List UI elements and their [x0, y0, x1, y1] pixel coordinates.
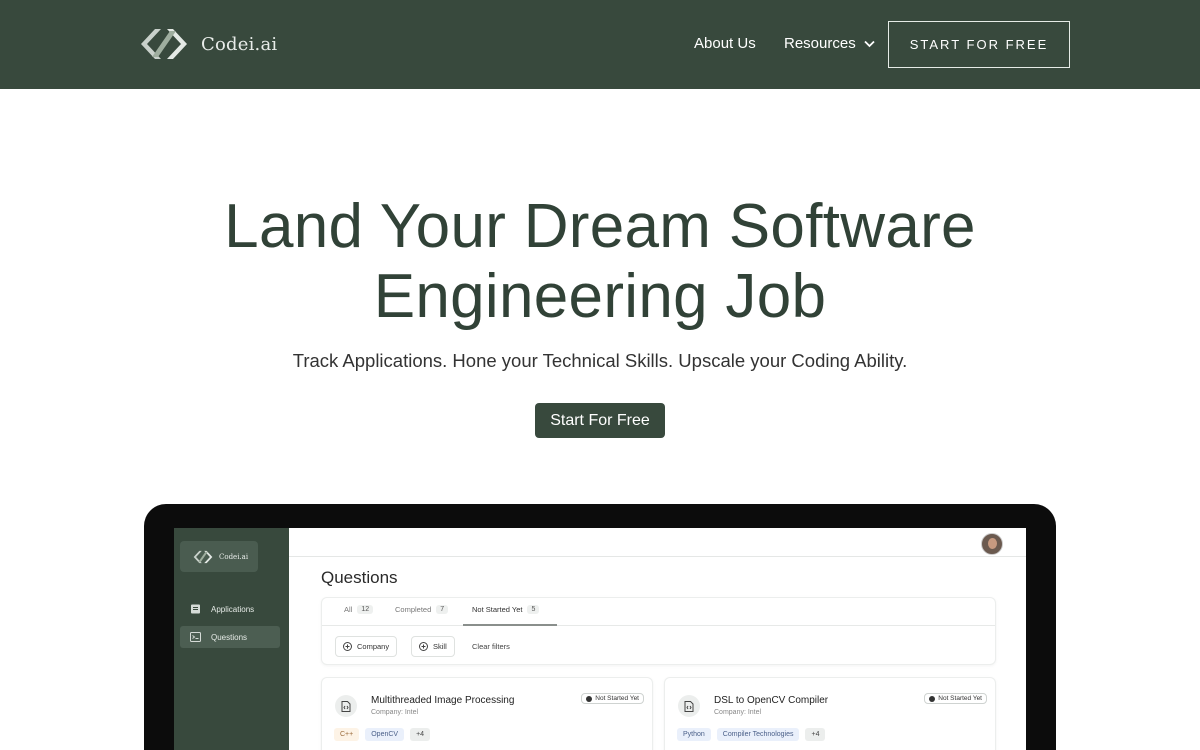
nav-resources-dropdown[interactable]: Resources	[784, 35, 875, 52]
skill-tag: C++	[334, 728, 360, 741]
clear-filters-link: Clear filters	[472, 642, 510, 651]
status-badge: Not Started Yet	[581, 693, 644, 704]
app-brand-name: Codei.ai	[219, 552, 249, 561]
sidebar-item-questions: Questions	[180, 626, 280, 648]
question-card: Multithreaded Image Processing Company: …	[321, 677, 653, 750]
tab-count-badge: 5	[527, 605, 540, 614]
page-title: Questions	[321, 568, 398, 587]
tab-count-badge: 12	[357, 605, 374, 614]
active-tab-indicator	[463, 624, 557, 626]
status-dot-icon	[929, 695, 936, 702]
question-card: DSL to OpenCV Compiler Company: Intel No…	[664, 677, 996, 750]
status-dot-icon	[586, 695, 593, 702]
nav-resources-label: Resources	[784, 35, 856, 52]
code-file-icon	[341, 700, 351, 712]
code-logo-icon	[141, 29, 187, 59]
question-title: Multithreaded Image Processing	[371, 695, 515, 706]
tab-completed: Completed 7	[395, 605, 449, 614]
brand-logo[interactable]: Codei.ai	[137, 27, 277, 61]
tab-count-badge: 7	[436, 605, 449, 614]
question-company: Company: Intel	[714, 709, 762, 716]
hero-subtitle: Track Applications. Hone your Technical …	[292, 350, 908, 371]
more-tags-badge: +4	[410, 728, 431, 741]
question-title: DSL to OpenCV Compiler	[714, 695, 829, 706]
tab-label: Not Started Yet	[472, 605, 523, 614]
skill-filter-button: Skill	[411, 636, 455, 657]
sidebar-item-label: Questions	[211, 632, 248, 642]
hero-title-line-1: Land Your Dream Software	[224, 192, 976, 261]
tab-label: Completed	[395, 605, 432, 614]
skill-filter-label: Skill	[433, 642, 447, 651]
start-for-free-hero-button[interactable]: Start For Free	[535, 403, 665, 438]
question-icon-wrap	[678, 695, 700, 717]
question-tabs: All 12 Completed 7 Not Started Yet 5	[322, 598, 995, 626]
tag-list: Python Compiler Technologies +4	[677, 728, 826, 741]
document-icon	[191, 604, 200, 614]
status-badge: Not Started Yet	[924, 693, 987, 704]
tag-list: C++ OpenCV +4	[334, 728, 431, 741]
app-sidebar: Codei.ai Applications Questions	[174, 528, 289, 750]
skill-tag: Python	[677, 728, 711, 741]
hero-title: Land Your Dream Software Engineering Job	[0, 192, 1200, 332]
company-filter-label: Company	[357, 642, 390, 651]
app-brand-logo: Codei.ai	[180, 541, 258, 572]
more-tags-badge: +4	[805, 728, 826, 741]
question-company: Company: Intel	[371, 709, 419, 716]
status-label: Not Started Yet	[595, 695, 639, 702]
company-filter-button: Company	[335, 636, 398, 657]
plus-circle-icon	[343, 642, 352, 651]
skill-tag: Compiler Technologies	[716, 728, 800, 741]
app-topbar-divider	[289, 556, 1026, 557]
tab-not-started-yet: Not Started Yet 5	[472, 605, 540, 614]
app-screenshot: Codei.ai Applications Questions Question…	[174, 528, 1026, 750]
start-for-free-nav-button[interactable]: START FOR FREE	[888, 21, 1070, 68]
brand-name: Codei.ai	[201, 33, 278, 55]
top-nav: Codei.ai About Us Resources START FOR FR…	[0, 0, 1200, 89]
terminal-icon	[190, 632, 201, 642]
avatar	[981, 533, 1003, 555]
hero-title-line-2: Engineering Job	[373, 262, 827, 331]
sidebar-item-applications: Applications	[180, 598, 280, 620]
question-icon-wrap	[335, 695, 357, 717]
code-file-icon	[684, 700, 694, 712]
status-label: Not Started Yet	[938, 695, 982, 702]
chevron-down-icon	[864, 40, 875, 47]
plus-circle-icon	[419, 642, 428, 651]
nav-about-link[interactable]: About Us	[694, 35, 756, 52]
filter-panel: All 12 Completed 7 Not Started Yet 5 Com…	[321, 597, 996, 665]
tab-all: All 12	[344, 605, 374, 614]
code-logo-icon	[193, 550, 213, 563]
skill-tag: OpenCV	[365, 728, 405, 741]
tab-label: All	[344, 605, 353, 614]
sidebar-item-label: Applications	[211, 604, 255, 614]
